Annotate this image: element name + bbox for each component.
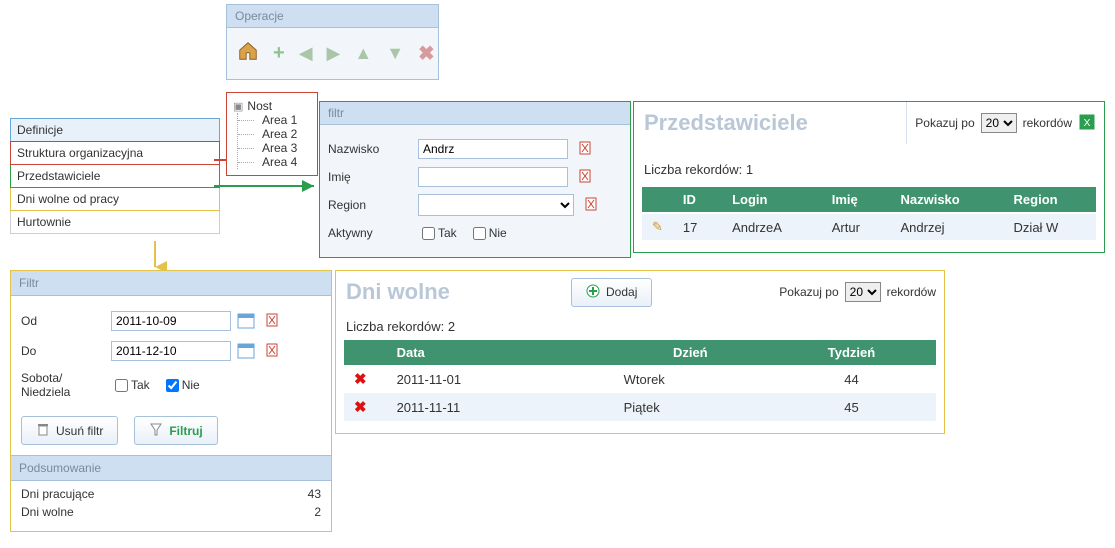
def-item-struktura[interactable]: Struktura organizacyjna xyxy=(10,141,220,165)
tree-root[interactable]: Nost xyxy=(233,99,311,113)
tree-node[interactable]: Area 1 xyxy=(256,113,311,127)
days-pager: Pokazuj po 20 rekordów xyxy=(771,271,944,313)
calendar-icon[interactable] xyxy=(237,311,255,332)
def-item-przedstawiciele[interactable]: Przedstawiciele xyxy=(10,165,220,188)
col-nazwisko: Nazwisko xyxy=(890,187,1003,213)
col-login: Login xyxy=(722,187,822,213)
days-table: Data Dzień Tydzień ✖ 2011-11-01 Wtorek 4… xyxy=(344,340,936,421)
days-off-title: Dni wolne xyxy=(336,271,571,313)
plus-icon[interactable]: + xyxy=(273,42,285,65)
apply-filter-button[interactable]: Filtruj xyxy=(134,416,217,445)
home-icon[interactable] xyxy=(237,40,259,67)
to-label: Do xyxy=(21,344,111,358)
operations-title: Operacje xyxy=(226,4,439,28)
clear-icon[interactable] xyxy=(584,196,600,215)
summary-row: Dni wolne2 xyxy=(21,503,321,521)
representatives-panel: Przedstawiciele Pokazuj po 20 rekordów X… xyxy=(633,101,1105,253)
tree-node[interactable]: Area 4 xyxy=(256,155,311,169)
active-label: Aktywny xyxy=(328,226,418,240)
days-count: Liczba rekordów: 2 xyxy=(336,313,944,336)
clear-icon[interactable] xyxy=(265,312,281,331)
def-item-hurtownie[interactable]: Hurtownie xyxy=(10,211,220,234)
lastname-input[interactable] xyxy=(418,139,568,159)
add-button[interactable]: Dodaj xyxy=(571,278,652,307)
firstname-label: Imię xyxy=(328,170,418,184)
arrow-right-icon[interactable]: ▶ xyxy=(327,43,341,64)
plus-circle-icon xyxy=(586,284,600,301)
to-input[interactable] xyxy=(111,341,231,361)
reps-pagesize-select[interactable]: 20 xyxy=(981,113,1017,133)
arrow-up-icon[interactable]: ▲ xyxy=(354,43,372,64)
funnel-icon xyxy=(149,422,163,439)
tree-node[interactable]: Area 2 xyxy=(256,127,311,141)
arrow-down-icon[interactable]: ▼ xyxy=(386,43,404,64)
svg-text:X: X xyxy=(1083,116,1090,128)
table-row[interactable]: ✎ 17 AndrzeA Artur Andrzej Dział W xyxy=(642,213,1096,240)
operations-panel: Operacje + ◀ ▶ ▲ ▼ ✖ xyxy=(226,4,439,80)
lastname-label: Nazwisko xyxy=(328,142,418,156)
reps-table: ID Login Imię Nazwisko Region ✎ 17 Andrz… xyxy=(642,187,1096,240)
arrow-left-icon[interactable]: ◀ xyxy=(299,43,313,64)
filter-panel: filtr Nazwisko Imię Region Aktywny Tak N… xyxy=(319,101,631,258)
col-tydzien: Tydzień xyxy=(767,340,936,365)
from-input[interactable] xyxy=(111,311,231,331)
operations-toolbar: + ◀ ▶ ▲ ▼ ✖ xyxy=(226,28,439,80)
weekend-no-checkbox[interactable] xyxy=(166,379,179,392)
reps-pager: Pokazuj po 20 rekordów X xyxy=(907,102,1104,144)
days-filter-panel: Filtr Od Do Sobota/ Niedziela Tak Nie xyxy=(10,270,332,532)
excel-export-icon[interactable]: X xyxy=(1078,113,1096,134)
edit-icon[interactable]: ✎ xyxy=(652,219,663,234)
filter-title: filtr xyxy=(320,102,630,125)
col-data: Data xyxy=(377,340,614,365)
weekend-yes-checkbox[interactable] xyxy=(115,379,128,392)
delete-icon[interactable]: ✖ xyxy=(418,41,435,66)
firstname-input[interactable] xyxy=(418,167,568,187)
definitions-title: Definicje xyxy=(10,118,220,141)
reps-count: Liczba rekordów: 1 xyxy=(634,144,1104,181)
summary-title: Podsumowanie xyxy=(11,455,331,481)
tree-node[interactable]: Area 3 xyxy=(256,141,311,155)
active-no-checkbox[interactable] xyxy=(473,227,486,240)
clear-icon[interactable] xyxy=(265,342,281,361)
active-yes-checkbox[interactable] xyxy=(422,227,435,240)
from-label: Od xyxy=(21,314,111,328)
trash-icon xyxy=(36,422,50,439)
col-id: ID xyxy=(673,187,722,213)
col-imie: Imię xyxy=(822,187,891,213)
arrow-green xyxy=(214,176,324,199)
region-label: Region xyxy=(328,198,418,212)
calendar-icon[interactable] xyxy=(237,341,255,362)
reps-title: Przedstawiciele xyxy=(634,102,907,144)
clear-icon[interactable] xyxy=(578,168,594,187)
clear-icon[interactable] xyxy=(578,140,594,159)
weekend-label: Sobota/ Niedziela xyxy=(21,371,111,399)
delete-icon[interactable]: ✖ xyxy=(354,399,367,416)
summary-row: Dni pracujące43 xyxy=(21,485,321,503)
definitions-list: Definicje Struktura organizacyjna Przeds… xyxy=(10,118,220,234)
org-tree: Nost Area 1 Area 2 Area 3 Area 4 xyxy=(226,92,318,176)
days-filter-title: Filtr xyxy=(11,271,331,296)
table-row[interactable]: ✖ 2011-11-01 Wtorek 44 xyxy=(344,365,936,393)
region-select[interactable] xyxy=(418,194,574,216)
col-region: Region xyxy=(1004,187,1096,213)
days-off-panel: Dni wolne Dodaj Pokazuj po 20 rekordów L… xyxy=(335,270,945,434)
clear-filter-button[interactable]: Usuń filtr xyxy=(21,416,118,445)
def-item-dni-wolne[interactable]: Dni wolne od pracy xyxy=(10,188,220,211)
delete-icon[interactable]: ✖ xyxy=(354,371,367,388)
col-dzien: Dzień xyxy=(614,340,767,365)
days-pagesize-select[interactable]: 20 xyxy=(845,282,881,302)
table-row[interactable]: ✖ 2011-11-11 Piątek 45 xyxy=(344,393,936,421)
